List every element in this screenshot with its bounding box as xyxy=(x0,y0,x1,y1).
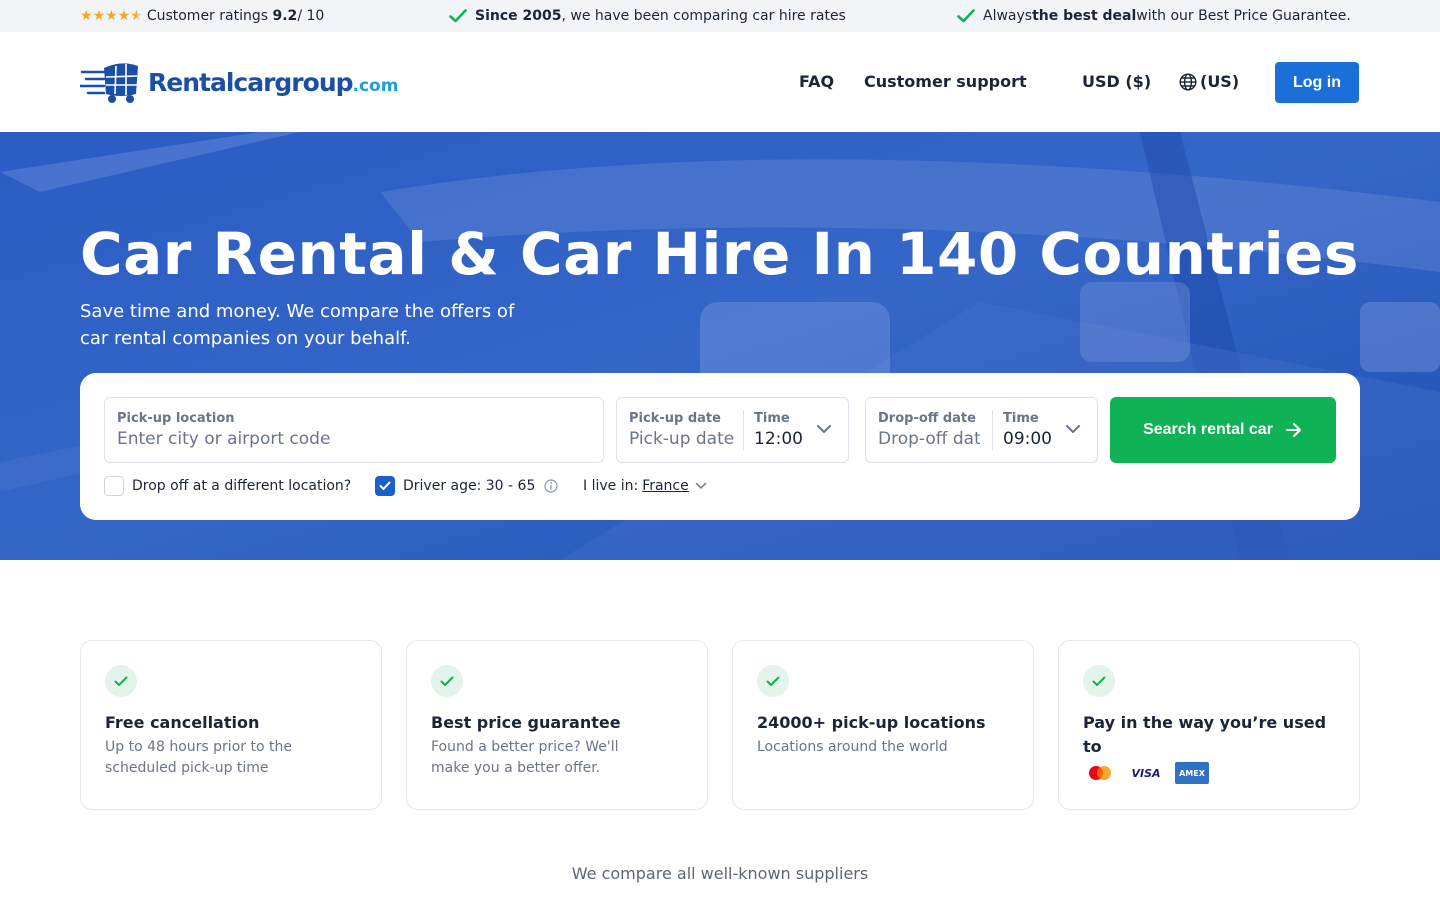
field-divider xyxy=(992,410,993,450)
feature-title: Free cancellation xyxy=(105,713,260,732)
pickup-time-select[interactable]: 12:00 xyxy=(754,429,803,449)
chevron-down-icon[interactable] xyxy=(816,423,832,435)
logo-tld: .com xyxy=(352,75,399,96)
deal-bold: the best deal xyxy=(1032,8,1137,24)
site-logo[interactable]: Rentalcargroup.com xyxy=(80,60,398,104)
feature-description: Found a better price? We'll make you a b… xyxy=(431,739,619,776)
feature-description: Locations around the world xyxy=(757,739,948,755)
dropoff-date-label: Drop-off date xyxy=(878,411,976,426)
hero-title: Car Rental & Car Hire In 140 Countries xyxy=(80,220,1359,288)
dropoff-time-label: Time xyxy=(1003,411,1039,426)
info-icon[interactable] xyxy=(544,479,558,493)
rating-value: 9.2 xyxy=(272,8,298,24)
dropoff-time-select[interactable]: 09:00 xyxy=(1003,429,1052,449)
login-button[interactable]: Log in xyxy=(1275,62,1359,103)
pickup-datetime-field: Pick-up date Pick-up date Time 12:00 xyxy=(616,397,849,463)
half-star-icon: ★ xyxy=(130,8,143,24)
rating-label: Customer ratings xyxy=(146,8,269,24)
different-location-checkbox[interactable] xyxy=(104,476,124,496)
different-location-label: Drop off at a different location? xyxy=(132,478,352,494)
since-text: , we have been comparing car hire rates xyxy=(561,8,846,24)
pickup-time-label: Time xyxy=(754,411,790,426)
feature-title: Best price guarantee xyxy=(431,713,621,732)
chevron-down-icon xyxy=(695,482,706,490)
check-icon xyxy=(1083,665,1115,697)
country-selector[interactable]: France xyxy=(642,478,689,494)
dropoff-date-input[interactable]: Drop-off date xyxy=(878,429,980,449)
amex-icon: AMEX xyxy=(1175,762,1209,784)
since-info: Since 2005, we have been comparing car h… xyxy=(449,0,846,32)
feature-card-payment: Pay in the way you’re used to VISA AMEX xyxy=(1058,640,1360,810)
faq-link[interactable]: FAQ xyxy=(799,72,834,91)
rating-info: ★ ★ ★ ★ ★ Customer ratings 9.2 / 10 xyxy=(80,0,324,32)
star-icon: ★ xyxy=(92,8,106,24)
suppliers-heading: We compare all well-known suppliers xyxy=(571,864,869,883)
check-icon xyxy=(757,665,789,697)
chevron-down-icon[interactable] xyxy=(1065,423,1081,435)
different-location-option[interactable]: Drop off at a different location? xyxy=(104,475,351,497)
driver-age-checkbox[interactable] xyxy=(375,476,395,496)
feature-title: 24000+ pick-up locations xyxy=(757,713,986,732)
star-icon: ★ xyxy=(117,8,131,24)
check-icon xyxy=(957,9,975,23)
feature-card-best-price: Best price guarantee Found a better pric… xyxy=(406,640,708,810)
driver-age-label: Driver age: 30 - 65 xyxy=(403,478,536,494)
deal-info: Always the best deal with our Best Price… xyxy=(957,0,1351,32)
check-icon xyxy=(105,665,137,697)
checkmark-icon xyxy=(379,481,391,490)
search-button-label: Search rental car xyxy=(1143,421,1273,438)
country-of-residence[interactable]: I live in: France xyxy=(583,475,707,497)
visa-icon: VISA xyxy=(1131,766,1161,780)
arrow-right-icon xyxy=(1285,423,1301,437)
star-icon: ★ xyxy=(105,8,118,24)
logo-cart-icon xyxy=(80,63,138,103)
language-selector[interactable]: (US) xyxy=(1179,72,1239,91)
rating-stars: ★ ★ ★ ★ ★ xyxy=(80,9,143,23)
pickup-date-input[interactable]: Pick-up date xyxy=(629,429,739,449)
star-icon: ★ xyxy=(80,8,93,24)
currency-selector[interactable]: USD ($) xyxy=(1082,72,1151,91)
search-rental-car-button[interactable]: Search rental car xyxy=(1110,397,1336,463)
live-in-label: I live in: xyxy=(583,478,639,494)
pickup-date-label: Pick-up date xyxy=(629,411,721,426)
field-divider xyxy=(743,410,744,450)
mastercard-icon xyxy=(1083,762,1117,784)
customer-support-link[interactable]: Customer support xyxy=(864,72,1027,91)
rating-scale: / 10 xyxy=(297,8,325,24)
dropoff-datetime-field: Drop-off date Drop-off date Time 09:00 xyxy=(865,397,1098,463)
driver-age-option[interactable]: Driver age: 30 - 65 xyxy=(375,475,558,497)
logo-wordmark: Rentalcargroup.com xyxy=(148,67,399,97)
check-icon xyxy=(431,665,463,697)
globe-icon xyxy=(1179,72,1197,91)
feature-card-free-cancellation: Free cancellation Up to 48 hours prior t… xyxy=(80,640,382,810)
top-info-bar: ★ ★ ★ ★ ★ Customer ratings 9.2 / 10 Sinc… xyxy=(0,0,1440,32)
search-form: Pick-up location Enter city or airport c… xyxy=(80,373,1360,520)
pickup-location-input[interactable]: Enter city or airport code xyxy=(117,429,330,449)
language-label: (US) xyxy=(1200,72,1240,91)
feature-card-locations: 24000+ pick-up locations Locations aroun… xyxy=(732,640,1034,810)
feature-title: Pay in the way you’re used to xyxy=(1083,713,1327,756)
pickup-location-label: Pick-up location xyxy=(117,411,235,426)
since-bold: Since 2005 xyxy=(475,8,562,24)
pickup-location-field[interactable]: Pick-up location Enter city or airport c… xyxy=(104,397,604,463)
site-header: Rentalcargroup.com FAQ Customer support … xyxy=(0,32,1440,132)
feature-description: Up to 48 hours prior to the scheduled pi… xyxy=(105,739,292,776)
deal-prefix: Always xyxy=(983,8,1033,24)
payment-methods: VISA AMEX xyxy=(1083,762,1221,784)
check-icon xyxy=(449,9,467,23)
deal-text: with our Best Price Guarantee. xyxy=(1136,8,1351,24)
hero-subtitle: Save time and money. We compare the offe… xyxy=(80,301,515,349)
